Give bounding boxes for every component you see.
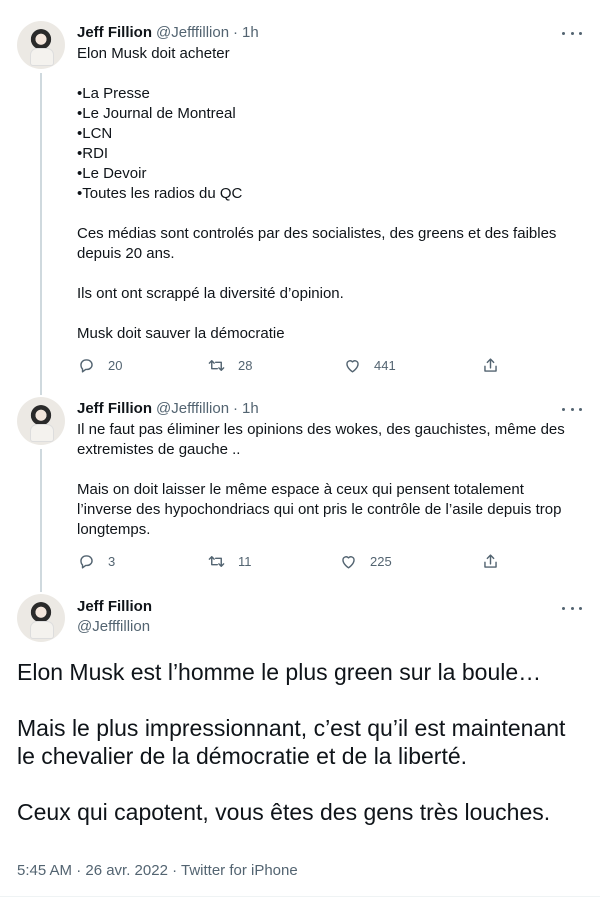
tweet-text: Elon Musk est l’homme le plus green sur … bbox=[17, 658, 587, 826]
tweet-2[interactable]: Jeff Fillion @Jefffillion · 1h Il ne fau… bbox=[0, 392, 600, 592]
reply-count: 3 bbox=[108, 553, 116, 569]
tweet-header: Jeff Fillion @Jefffillion · 1h bbox=[77, 398, 259, 418]
avatar[interactable] bbox=[17, 594, 65, 642]
tweet-line bbox=[77, 64, 577, 84]
retweet-count: 28 bbox=[238, 357, 253, 373]
tweet-line bbox=[77, 460, 577, 480]
like-count: 225 bbox=[370, 553, 392, 569]
tweet-line: •Le Devoir bbox=[77, 165, 147, 182]
tweet-line bbox=[77, 304, 577, 324]
tweet-line bbox=[77, 204, 577, 224]
tweet-header: Jeff Fillion @Jefffillion · 1h bbox=[77, 22, 259, 42]
tweet-actions: 20 28 441 bbox=[77, 355, 507, 375]
avatar[interactable] bbox=[17, 21, 65, 69]
share-button[interactable] bbox=[481, 551, 500, 571]
tweet-line: Ceux qui capotent, vous êtes des gens tr… bbox=[17, 799, 551, 825]
tweet-line: Elon Musk est l’homme le plus green sur … bbox=[17, 659, 542, 685]
tweet-line: Il ne faut pas éliminer les opinions des… bbox=[77, 421, 565, 458]
share-icon bbox=[484, 553, 497, 568]
tweet-actions: 3 11 225 bbox=[77, 551, 507, 571]
share-button[interactable] bbox=[481, 355, 500, 375]
tweet-line: •RDI bbox=[77, 145, 109, 162]
tweet-meta[interactable]: 5:45 AM · 26 avr. 2022 · Twitter for iPh… bbox=[17, 862, 298, 879]
tweet-line: Mais le plus impressionnant, c’est qu’il… bbox=[17, 715, 566, 769]
retweet-button[interactable]: 28 bbox=[207, 355, 252, 375]
author-handle[interactable]: @Jefffillion bbox=[77, 618, 150, 635]
author-name[interactable]: Jeff Fillion bbox=[77, 24, 152, 41]
share-icon bbox=[484, 357, 497, 372]
tweet-line: Musk doit sauver la démocratie bbox=[77, 325, 285, 342]
author-handle[interactable]: @Jefffillion bbox=[156, 400, 229, 417]
separator-dot: · bbox=[233, 23, 239, 41]
tweet-line: Mais on doit laisser le même espace à ce… bbox=[77, 481, 562, 538]
tweet-line bbox=[77, 264, 577, 284]
like-button[interactable]: 441 bbox=[343, 355, 396, 375]
tweet-line: Ces médias sont controlés par des social… bbox=[77, 225, 557, 262]
retweet-count: 11 bbox=[238, 553, 252, 569]
like-count: 441 bbox=[374, 357, 396, 373]
reply-icon bbox=[80, 358, 93, 373]
thread-line bbox=[40, 73, 42, 395]
author-name[interactable]: Jeff Fillion bbox=[77, 598, 152, 615]
tweet-line: Elon Musk doit acheter bbox=[77, 45, 230, 62]
tweet-line: •Toutes les radios du QC bbox=[77, 185, 243, 202]
more-icon[interactable] bbox=[562, 600, 582, 616]
tweet-line: •LCN bbox=[77, 125, 113, 142]
retweet-button[interactable]: 11 bbox=[207, 551, 252, 571]
more-icon[interactable] bbox=[562, 401, 582, 417]
heart-icon bbox=[346, 359, 359, 373]
tweet-text: Elon Musk doit acheter •La Presse •Le Jo… bbox=[77, 44, 577, 344]
retweet-icon bbox=[208, 359, 225, 371]
divider bbox=[0, 896, 600, 897]
reply-button[interactable]: 20 bbox=[77, 355, 122, 375]
separator-dot: · bbox=[233, 399, 239, 417]
tweet-line: •Le Journal de Montreal bbox=[77, 105, 236, 122]
tweet-line bbox=[17, 770, 587, 798]
like-button[interactable]: 225 bbox=[339, 551, 392, 571]
retweet-icon bbox=[208, 555, 225, 567]
avatar[interactable] bbox=[17, 397, 65, 445]
reply-count: 20 bbox=[108, 357, 123, 373]
author-name[interactable]: Jeff Fillion bbox=[77, 400, 152, 417]
reply-button[interactable]: 3 bbox=[77, 551, 115, 571]
main-tweet: Jeff Fillion @Jefffillion Elon Musk est … bbox=[0, 588, 600, 902]
tweet-text: Il ne faut pas éliminer les opinions des… bbox=[77, 420, 577, 540]
tweet-line: •La Presse bbox=[77, 85, 150, 102]
heart-icon bbox=[342, 555, 355, 569]
tweet-time[interactable]: 1h bbox=[242, 24, 259, 41]
reply-icon bbox=[80, 554, 93, 569]
more-icon[interactable] bbox=[562, 25, 582, 41]
tweet-line bbox=[17, 686, 587, 714]
tweet-time[interactable]: 1h bbox=[242, 400, 259, 417]
thread-line bbox=[40, 449, 42, 592]
author-handle[interactable]: @Jefffillion bbox=[156, 24, 229, 41]
tweet-1[interactable]: Jeff Fillion @Jefffillion · 1h Elon Musk… bbox=[0, 0, 600, 395]
tweet-line: Ils ont ont scrappé la diversité d’opini… bbox=[77, 285, 344, 302]
